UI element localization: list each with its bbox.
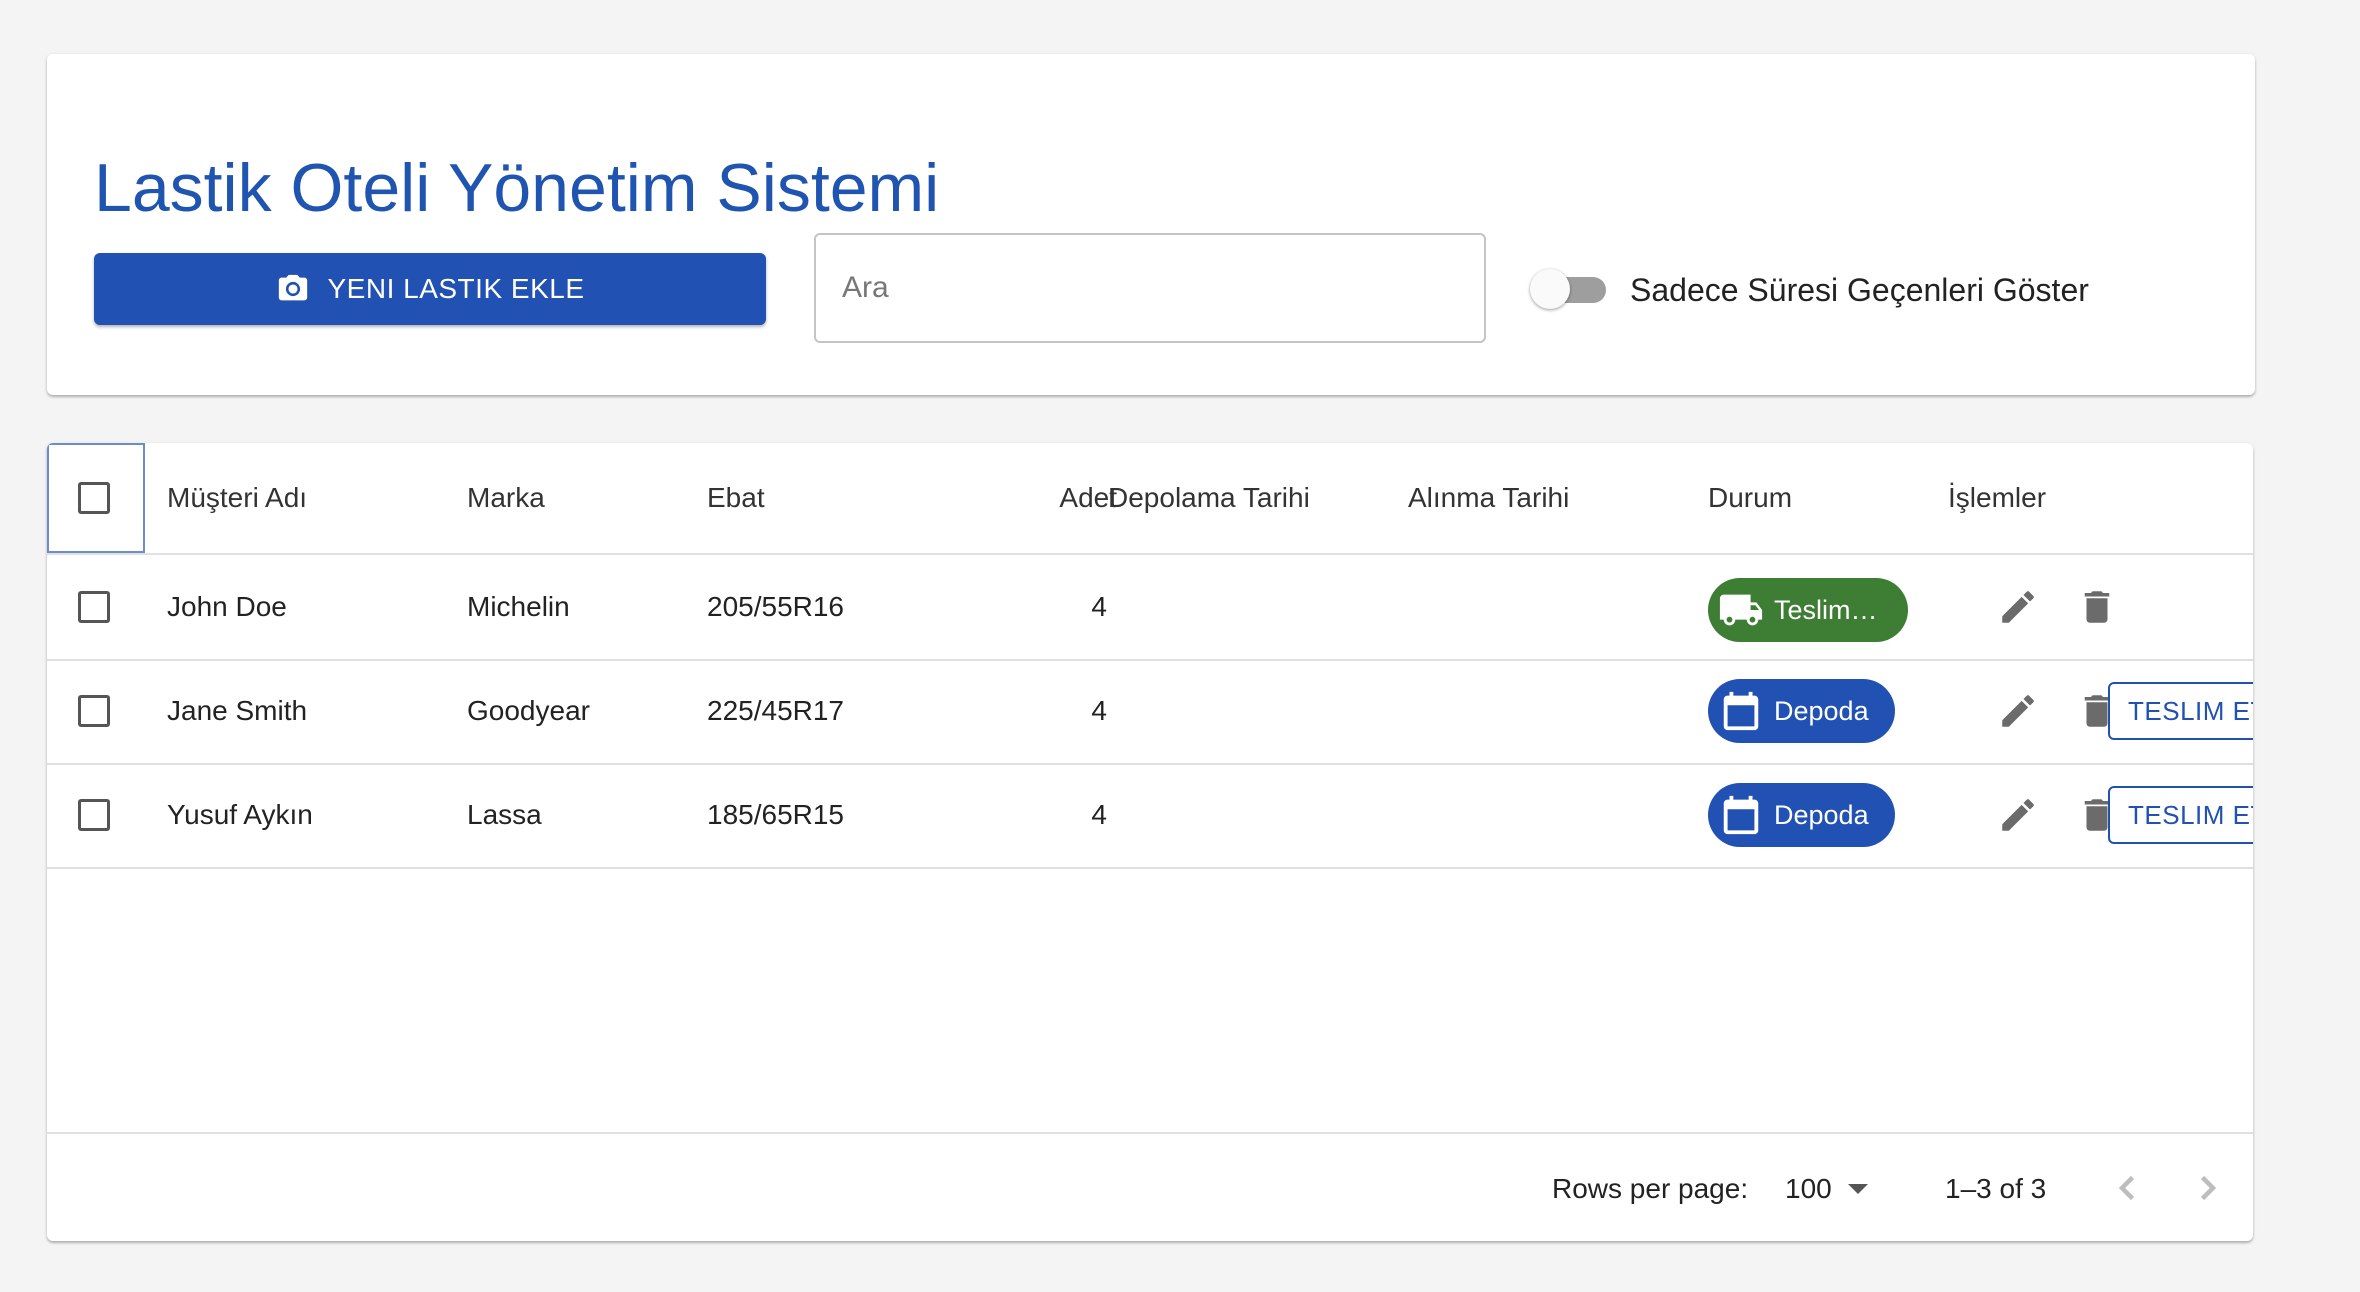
caret-down-icon — [1847, 1183, 1868, 1194]
rows-per-page-select[interactable]: 100 — [1785, 1134, 1868, 1241]
column-header-size[interactable]: Ebat — [707, 443, 765, 553]
table-row[interactable]: Jane Smith Goodyear 225/45R17 4 Depoda T… — [47, 659, 2253, 765]
size-cell: 205/55R16 — [707, 591, 845, 622]
column-header-customer[interactable]: Müşteri Adı — [167, 443, 307, 553]
calendar-icon — [1723, 691, 1759, 731]
header-card: Lastik Oteli Yönetim Sistemi YENI LASTIK… — [47, 54, 2255, 395]
page-title: Lastik Oteli Yönetim Sistemi — [94, 150, 940, 226]
column-header-storage-date[interactable]: Depolama Tarihi — [1108, 443, 1310, 553]
trash-icon — [2084, 591, 2110, 623]
column-header-actions: İşlemler — [1948, 482, 2047, 513]
row-checkbox[interactable] — [78, 695, 110, 727]
add-tire-button[interactable]: YENI LASTIK EKLE — [94, 253, 766, 325]
pencil-icon — [2002, 591, 2034, 623]
edit-button[interactable] — [1988, 681, 2048, 741]
table-header-row: Müşteri Adı Marka Ebat Adet Depolama Tar… — [47, 443, 2253, 555]
row-checkbox[interactable] — [78, 799, 110, 831]
expired-only-label: Sadece Süresi Geçenleri Göster — [1630, 272, 2089, 308]
customer-cell: Yusuf Aykın — [167, 799, 313, 830]
row-checkbox[interactable] — [78, 591, 110, 623]
quantity-cell: 4 — [1091, 695, 1107, 726]
pagination-range: 1–3 of 3 — [1945, 1172, 2047, 1204]
status-label: Depoda — [1774, 799, 1869, 830]
status-label: Depoda — [1774, 695, 1869, 726]
rows-per-page-value: 100 — [1785, 1172, 1832, 1204]
column-header-status[interactable]: Durum — [1708, 443, 1792, 553]
chevron-right-icon — [2200, 1175, 2217, 1201]
column-header-pickup-date[interactable]: Alınma Tarihi — [1408, 443, 1569, 553]
brand-cell: Michelin — [467, 591, 570, 622]
next-page-button[interactable] — [2177, 1158, 2237, 1218]
camera-icon — [278, 274, 307, 301]
table-row[interactable]: Yusuf Aykın Lassa 185/65R15 4 Depoda TES… — [47, 763, 2253, 869]
deliver-button[interactable]: TESLIM ET — [2108, 786, 2253, 844]
edit-button[interactable] — [1988, 785, 2048, 845]
previous-page-button[interactable] — [2098, 1158, 2158, 1218]
deliver-button[interactable]: TESLIM ET — [2108, 682, 2253, 740]
table-row[interactable]: John Doe Michelin 205/55R16 4 Teslim… — [47, 555, 2253, 661]
expired-only-toggle[interactable] — [1530, 267, 1610, 311]
pencil-icon — [2002, 799, 2034, 831]
status-badge: Depoda — [1708, 783, 1895, 847]
add-tire-button-label: YENI LASTIK EKLE — [327, 273, 585, 304]
column-header-brand[interactable]: Marka — [467, 443, 545, 553]
tire-table: Müşteri Adı Marka Ebat Adet Depolama Tar… — [47, 443, 2253, 1241]
edit-button[interactable] — [1988, 577, 2048, 637]
calendar-icon — [1723, 795, 1759, 835]
brand-cell: Lassa — [467, 799, 542, 830]
brand-cell: Goodyear — [467, 695, 590, 726]
rows-per-page-label: Rows per page: — [1552, 1172, 1749, 1204]
pencil-icon — [2002, 695, 2034, 727]
size-cell: 185/65R15 — [707, 799, 845, 830]
truck-icon — [1719, 594, 1763, 626]
quantity-cell: 4 — [1091, 799, 1107, 830]
chevron-left-icon — [2118, 1175, 2135, 1201]
delete-button[interactable] — [2067, 577, 2127, 637]
select-all-checkbox[interactable] — [78, 482, 110, 514]
customer-cell: John Doe — [167, 591, 287, 622]
customer-cell: Jane Smith — [167, 695, 308, 726]
column-header-quantity[interactable]: Adet — [1007, 443, 1117, 553]
status-badge: Teslim… — [1708, 578, 1908, 642]
status-badge: Depoda — [1708, 679, 1895, 743]
quantity-cell: 4 — [1091, 591, 1107, 622]
size-cell: 225/45R17 — [707, 695, 845, 726]
status-label: Teslim… — [1774, 594, 1878, 625]
search-input[interactable] — [814, 233, 1486, 343]
toggle-thumb — [1530, 269, 1570, 309]
table-pagination: Rows per page: 100 1–3 of 3 — [47, 1132, 2253, 1241]
